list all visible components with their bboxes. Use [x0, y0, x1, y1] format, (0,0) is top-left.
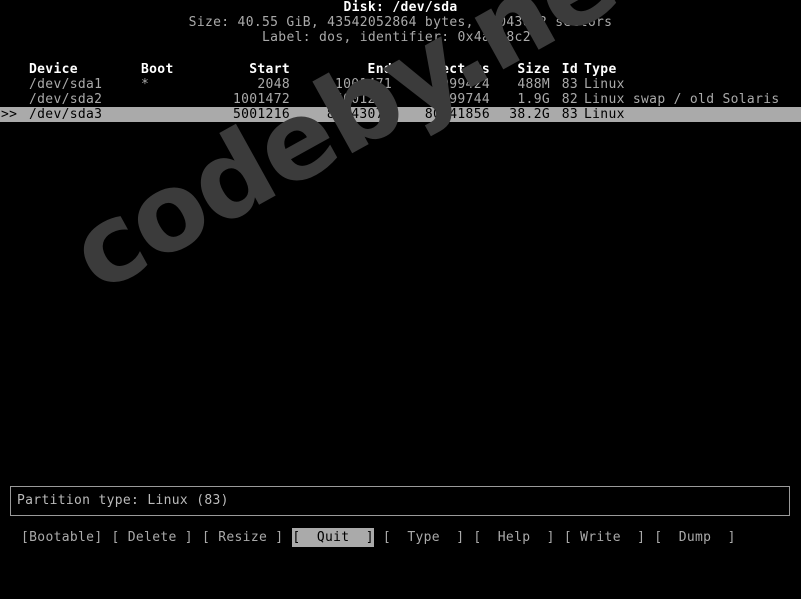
button-gap — [374, 537, 383, 538]
column-header-boot: Boot — [141, 62, 174, 77]
table-row-selected[interactable]: >> /dev/sda3 5001216 85043071 80041856 3… — [0, 107, 801, 122]
cell-sectors: 999424 — [441, 77, 490, 92]
cell-boot-flag: * — [141, 77, 150, 92]
column-header-end: End — [367, 62, 392, 77]
cell-type: Linux — [584, 107, 625, 122]
button-gap — [645, 537, 654, 538]
type-button[interactable]: [ Type ] — [383, 528, 464, 547]
dump-button[interactable]: [ Dump ] — [654, 528, 735, 547]
cell-device: /dev/sda1 — [29, 77, 103, 92]
partition-table-header-row: Device Boot Start End Sectors Size Id Ty… — [0, 62, 801, 77]
disk-header-line: Disk: /dev/sda — [343, 0, 458, 15]
column-header-start: Start — [249, 62, 290, 77]
write-button[interactable]: [ Write ] — [564, 528, 645, 547]
cell-start: 2048 — [257, 77, 290, 92]
disk-label-line: Label: dos, identifier: 0x4af98c2f — [262, 30, 539, 45]
cell-end: 1001471 — [334, 77, 392, 92]
cell-end: 5001215 — [334, 92, 392, 107]
cell-size: 1.9G — [517, 92, 550, 107]
button-gap — [283, 537, 292, 538]
resize-button[interactable]: [ Resize ] — [202, 528, 283, 547]
column-header-device: Device — [29, 62, 78, 77]
cell-size: 38.2G — [509, 107, 550, 122]
column-header-type: Type — [584, 62, 617, 77]
column-header-size: Size — [517, 62, 550, 77]
cell-start: 5001216 — [232, 107, 290, 122]
column-header-sectors: Sectors — [432, 62, 490, 77]
cell-id: 83 — [561, 77, 578, 92]
button-gap — [555, 537, 564, 538]
table-row[interactable]: /dev/sda2 1001472 5001215 3999744 1.9G 8… — [0, 92, 801, 107]
cell-size: 488M — [517, 77, 550, 92]
cell-id: 82 — [561, 92, 578, 107]
cell-start: 1001472 — [232, 92, 290, 107]
disk-size-line: Size: 40.55 GiB, 43542052864 bytes, 8504… — [188, 15, 613, 30]
partition-type-text: Partition type: Linux (83) — [17, 493, 229, 508]
cell-type: Linux swap / old Solaris — [584, 92, 780, 107]
delete-button[interactable]: [ Delete ] — [111, 528, 192, 547]
quit-button[interactable]: [ Quit ] — [292, 527, 374, 547]
row-selection-marker: >> — [1, 107, 18, 122]
cell-sectors: 3999744 — [432, 92, 490, 107]
table-row[interactable]: /dev/sda1 * 2048 1001471 999424 488M 83 … — [0, 77, 801, 92]
cell-type: Linux — [584, 77, 625, 92]
button-gap — [193, 537, 202, 538]
buttonbar-leading-gap — [0, 537, 21, 538]
button-gap — [464, 537, 473, 538]
button-gap — [102, 537, 111, 538]
terminal-screen: codeby.net Disk: /dev/sda Size: 40.55 Gi… — [0, 0, 801, 599]
cell-id: 83 — [561, 107, 578, 122]
action-button-bar: [Bootable] [ Delete ] [ Resize ] [ Quit … — [0, 527, 801, 547]
cell-sectors: 80041856 — [424, 107, 490, 122]
help-button[interactable]: [ Help ] — [473, 528, 554, 547]
partition-type-panel: Partition type: Linux (83) — [10, 486, 790, 516]
partition-table: Device Boot Start End Sectors Size Id Ty… — [0, 62, 801, 122]
bootable-button[interactable]: [Bootable] — [21, 528, 102, 547]
cell-end: 85043071 — [326, 107, 392, 122]
cell-device: /dev/sda3 — [29, 107, 103, 122]
column-header-id: Id — [561, 62, 578, 77]
watermark-text: codeby.net — [50, 0, 680, 317]
cell-device: /dev/sda2 — [29, 92, 103, 107]
